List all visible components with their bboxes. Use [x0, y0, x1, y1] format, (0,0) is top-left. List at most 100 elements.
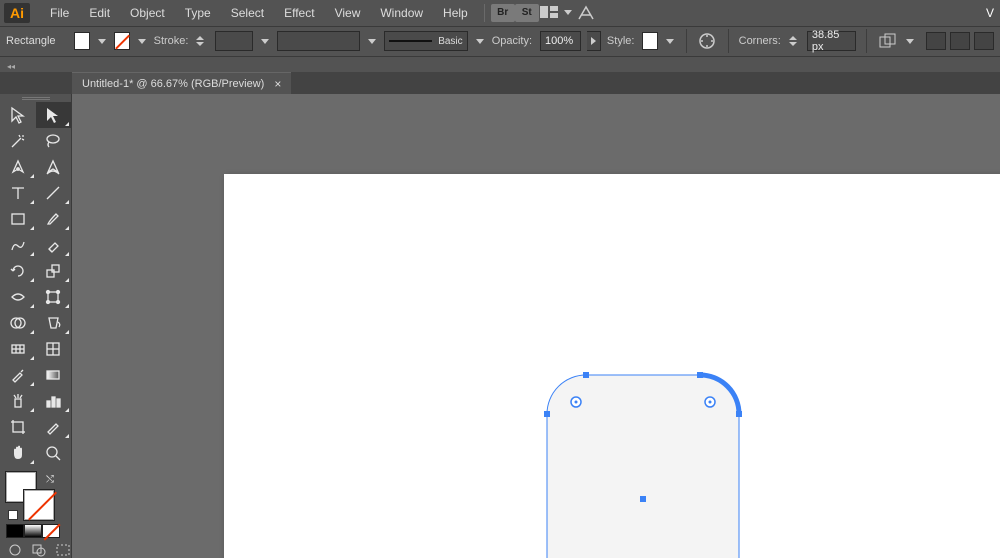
variable-width-profile[interactable] — [277, 31, 360, 51]
hand-tool[interactable] — [0, 440, 36, 466]
rotate-tool[interactable] — [0, 258, 36, 284]
stroke-dropdown[interactable] — [136, 32, 148, 50]
divider — [866, 29, 867, 53]
line-segment-tool[interactable] — [36, 180, 72, 206]
stroke-weight-field[interactable] — [215, 31, 253, 51]
variable-width-dropdown[interactable] — [366, 32, 378, 50]
magic-wand-tool[interactable] — [0, 128, 36, 154]
draw-normal-icon[interactable] — [6, 542, 24, 558]
menu-help[interactable]: Help — [433, 6, 478, 20]
selection-tool[interactable] — [0, 102, 36, 128]
anchor-handle[interactable] — [736, 411, 742, 417]
menu-object[interactable]: Object — [120, 6, 175, 20]
tools-panel-grip[interactable] — [0, 94, 71, 102]
default-fill-stroke-icon[interactable] — [8, 510, 18, 520]
control-bar: Rectangle Stroke: Basic Opacity: 100% St… — [0, 26, 1000, 57]
style-swatch[interactable] — [642, 32, 658, 50]
brush-line-icon — [389, 40, 433, 42]
opacity-dropdown[interactable] — [587, 31, 601, 51]
menu-file[interactable]: File — [40, 6, 79, 20]
slice-tool[interactable] — [36, 414, 72, 440]
fill-dropdown[interactable] — [96, 32, 108, 50]
perspective-grid-tool[interactable] — [0, 336, 36, 362]
menu-view[interactable]: View — [325, 6, 371, 20]
document-tab[interactable]: Untitled-1* @ 66.67% (RGB/Preview) × — [72, 72, 291, 94]
direct-selection-tool[interactable] — [36, 102, 72, 128]
brush-definition-label: Basic — [438, 36, 462, 47]
window-edge: V — [986, 6, 996, 20]
type-tool[interactable] — [0, 180, 36, 206]
stroke-weight-stepper[interactable] — [196, 31, 208, 51]
collapse-panels-icon[interactable]: ◂◂ — [4, 62, 18, 72]
shaper-tool[interactable] — [0, 232, 36, 258]
corners-field[interactable]: 38.85 px — [807, 31, 857, 51]
corners-stepper[interactable] — [789, 31, 801, 51]
menu-edit[interactable]: Edit — [79, 6, 120, 20]
draw-behind-icon[interactable] — [30, 542, 48, 558]
bridge-button[interactable]: Br — [491, 4, 515, 22]
transform-dropdown[interactable] — [904, 32, 916, 50]
zoom-tool[interactable] — [36, 440, 72, 466]
arrange-documents-icon[interactable] — [539, 4, 561, 22]
divider — [686, 29, 687, 53]
width-tool[interactable] — [0, 284, 36, 310]
brush-definition-dropdown[interactable] — [474, 32, 486, 50]
anchor-handle[interactable] — [697, 372, 703, 378]
gradient-tool[interactable] — [36, 362, 72, 388]
gradient-mode-icon[interactable] — [24, 524, 42, 538]
paintbrush-tool[interactable] — [36, 206, 72, 232]
eraser-tool[interactable] — [36, 232, 72, 258]
curvature-tool[interactable] — [36, 154, 72, 180]
rectangle-tool[interactable] — [0, 206, 36, 232]
fill-stroke-control: ⤭ — [6, 472, 71, 522]
anchor-handle[interactable] — [583, 372, 589, 378]
artboard-tool[interactable] — [0, 414, 36, 440]
scale-tool[interactable] — [36, 258, 72, 284]
stock-button[interactable]: St — [515, 4, 539, 22]
shape-builder-tool[interactable] — [0, 310, 36, 336]
app-badge-icon: Ai — [4, 3, 30, 23]
panel-collapse-row: ◂◂ — [0, 57, 1000, 72]
eyedropper-tool[interactable] — [0, 362, 36, 388]
draw-mode-row — [0, 542, 71, 558]
stroke-swatch[interactable] — [114, 32, 130, 50]
divider — [484, 4, 485, 22]
fill-swatch[interactable] — [74, 32, 90, 50]
recolor-artwork-icon[interactable] — [697, 30, 718, 52]
menu-effect[interactable]: Effect — [274, 6, 324, 20]
transform-panel-icon[interactable] — [877, 30, 898, 52]
menu-window[interactable]: Window — [370, 6, 433, 20]
tools-panel: ⤭ — [0, 94, 72, 558]
menu-select[interactable]: Select — [221, 6, 274, 20]
style-dropdown[interactable] — [664, 32, 676, 50]
style-label: Style: — [607, 35, 635, 47]
align-icon-2[interactable] — [950, 32, 970, 50]
pen-tool[interactable] — [0, 154, 36, 180]
symbol-sprayer-tool[interactable] — [0, 388, 36, 414]
menu-type[interactable]: Type — [175, 6, 221, 20]
document-tab-close-button[interactable]: × — [274, 77, 281, 91]
toolbar-stroke-swatch[interactable] — [24, 490, 54, 520]
draw-inside-icon[interactable] — [54, 542, 72, 558]
column-graph-tool[interactable] — [36, 388, 72, 414]
swap-fill-stroke-icon[interactable]: ⤭ — [46, 474, 54, 485]
align-icon-3[interactable] — [974, 32, 994, 50]
free-transform-tool[interactable] — [36, 284, 72, 310]
opacity-field[interactable]: 100% — [540, 31, 581, 51]
lasso-tool[interactable] — [36, 128, 72, 154]
menu-bar: Ai File Edit Object Type Select Effect V… — [0, 0, 1000, 26]
canvas[interactable] — [72, 94, 1000, 558]
mesh-tool[interactable] — [36, 336, 72, 362]
color-mode-icon[interactable] — [6, 524, 24, 538]
stroke-weight-dropdown[interactable] — [259, 32, 271, 50]
main-area: ⤭ — [0, 94, 1000, 558]
live-paint-bucket-tool[interactable] — [36, 310, 72, 336]
none-mode-icon[interactable] — [42, 524, 60, 538]
anchor-handle[interactable] — [544, 411, 550, 417]
brush-definition[interactable]: Basic — [384, 31, 468, 51]
gpu-preview-icon[interactable] — [575, 4, 597, 22]
center-point[interactable] — [640, 496, 646, 502]
selected-rounded-rectangle[interactable] — [547, 375, 739, 558]
arrange-documents-dropdown[interactable] — [561, 4, 575, 22]
align-icon-1[interactable] — [926, 32, 946, 50]
